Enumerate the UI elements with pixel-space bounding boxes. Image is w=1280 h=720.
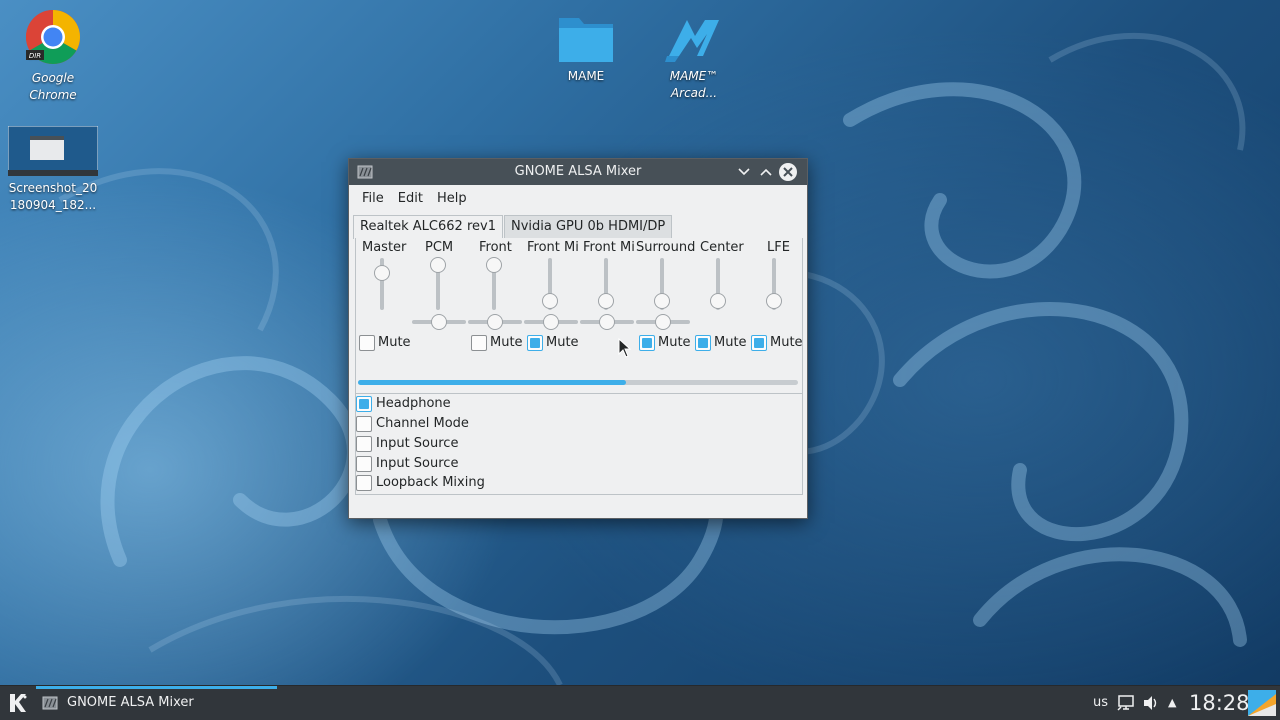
- maximize-button[interactable]: [757, 163, 775, 181]
- checkbox[interactable]: [356, 416, 372, 432]
- mute-checkbox-lfe[interactable]: [751, 335, 767, 351]
- desktop-icon-screenshot[interactable]: Screenshot_20 180904_182...: [5, 126, 101, 214]
- mute-checkbox-surround[interactable]: [639, 335, 655, 351]
- clock[interactable]: 18:28: [1189, 686, 1250, 720]
- mute-label: Mute: [658, 335, 691, 350]
- folder-icon: [559, 18, 613, 62]
- chevron-up-icon: [760, 168, 772, 176]
- desktop-icon-label: Arcad...: [670, 86, 718, 100]
- channel-label-front-mic-2: Front Mi: [583, 240, 635, 255]
- menu-bar: File Edit Help: [349, 185, 807, 211]
- active-task-indicator: [36, 686, 277, 689]
- channel-label-center: Center: [700, 240, 744, 255]
- taskbar: GNOME ALSA Mixer us ▲ 18:28: [0, 685, 1280, 720]
- desktop-icon-mame-folder[interactable]: MAME: [538, 10, 634, 85]
- menu-edit[interactable]: Edit: [391, 191, 430, 206]
- svg-text:DIR: DIR: [29, 52, 41, 60]
- channel-label-lfe: LFE: [767, 240, 790, 255]
- channel-label-master: Master: [362, 240, 407, 255]
- checkbox[interactable]: [356, 475, 372, 491]
- mute-checkbox-front[interactable]: [471, 335, 487, 351]
- balance-knob-surround[interactable]: [655, 314, 671, 330]
- channel-label-front: Front: [479, 240, 512, 255]
- desktop-icon-label: 180904_182...: [9, 198, 97, 212]
- desktop-icon-label: MAME™: [669, 69, 719, 83]
- menu-help[interactable]: Help: [430, 191, 474, 206]
- volume-knob-front-mic[interactable]: [542, 293, 558, 309]
- balance-knob-front[interactable]: [487, 314, 503, 330]
- chevron-down-icon: [738, 168, 750, 176]
- task-alsa-mixer[interactable]: GNOME ALSA Mixer: [36, 686, 277, 720]
- mute-label: Mute: [490, 335, 523, 350]
- switch-label: Headphone: [376, 396, 451, 411]
- kde-launcher-icon[interactable]: [6, 691, 30, 715]
- desktop-icon-mame-arcade[interactable]: MAME™ Arcad...: [646, 10, 742, 102]
- checkbox[interactable]: [356, 436, 372, 452]
- device-tabs: Realtek ALC662 rev1 Nvidia GPU 0b HDMI/D…: [353, 215, 673, 239]
- mute-label: Mute: [378, 335, 411, 350]
- tab-realtek[interactable]: Realtek ALC662 rev1: [353, 215, 503, 239]
- window-titlebar[interactable]: GNOME ALSA Mixer: [349, 159, 807, 185]
- chrome-icon: DIR: [25, 9, 81, 65]
- volume-knob-surround[interactable]: [654, 293, 670, 309]
- balance-knob-front-mic[interactable]: [543, 314, 559, 330]
- desktop-icon-label: MAME: [567, 69, 605, 83]
- desktop-icon-label: Screenshot_20: [8, 181, 98, 195]
- desktop-icon-label: Chrome: [29, 88, 77, 102]
- screenshot-thumbnail-icon: [8, 126, 98, 176]
- network-icon[interactable]: [1117, 695, 1135, 711]
- mute-label: Mute: [714, 335, 747, 350]
- channel-label-surround: Surround: [636, 240, 696, 255]
- volume-knob-front-mic-2[interactable]: [598, 293, 614, 309]
- scrollbar-thumb[interactable]: [358, 380, 627, 385]
- mute-checkbox-front-mic[interactable]: [527, 335, 543, 351]
- desktop-icon-google-chrome[interactable]: DIR Google Chrome: [5, 8, 101, 104]
- checkbox[interactable]: [356, 396, 372, 412]
- switch-label: Channel Mode: [376, 416, 469, 431]
- task-label: GNOME ALSA Mixer: [67, 695, 194, 710]
- close-button[interactable]: [779, 163, 797, 181]
- close-icon: [783, 167, 793, 177]
- menu-file[interactable]: File: [355, 191, 391, 206]
- volume-icon[interactable]: [1142, 695, 1160, 711]
- show-desktop-icon[interactable]: [1248, 690, 1276, 716]
- volume-knob-pcm[interactable]: [430, 257, 446, 273]
- volume-knob-front[interactable]: [486, 257, 502, 273]
- mute-label: Mute: [770, 335, 803, 350]
- volume-knob-center[interactable]: [710, 293, 726, 309]
- alsa-mixer-window: GNOME ALSA Mixer File Edit Help Realtek …: [348, 158, 808, 519]
- switch-label: Input Source: [376, 456, 459, 471]
- horizontal-scrollbar[interactable]: [358, 380, 798, 385]
- switches-panel: Headphone Channel Mode Input Source Inpu…: [355, 393, 803, 495]
- volume-knob-lfe[interactable]: [766, 293, 782, 309]
- channel-label-pcm: PCM: [425, 240, 454, 255]
- switch-label: Input Source: [376, 436, 459, 451]
- app-icon: [42, 696, 58, 710]
- tab-nvidia-hdmi[interactable]: Nvidia GPU 0b HDMI/DP: [503, 215, 673, 238]
- show-hidden-tray-icon[interactable]: ▲: [1168, 686, 1176, 720]
- mute-checkbox-master[interactable]: [359, 335, 375, 351]
- mame-logo-icon: [665, 20, 719, 62]
- balance-knob-front-mic-2[interactable]: [599, 314, 615, 330]
- switch-label: Loopback Mixing: [376, 475, 485, 490]
- volume-knob-master[interactable]: [374, 265, 390, 281]
- mouse-cursor-icon: [618, 338, 632, 358]
- balance-knob-pcm[interactable]: [431, 314, 447, 330]
- channel-label-front-mic: Front Mi: [527, 240, 579, 255]
- mute-label: Mute: [546, 335, 579, 350]
- mute-checkbox-center[interactable]: [695, 335, 711, 351]
- checkbox[interactable]: [356, 456, 372, 472]
- keyboard-layout-indicator[interactable]: us: [1093, 686, 1108, 720]
- playback-panel: Master PCM Front Front Mi Front Mi Surro…: [355, 238, 803, 394]
- minimize-button[interactable]: [735, 163, 753, 181]
- desktop-icon-label: Google: [31, 71, 75, 85]
